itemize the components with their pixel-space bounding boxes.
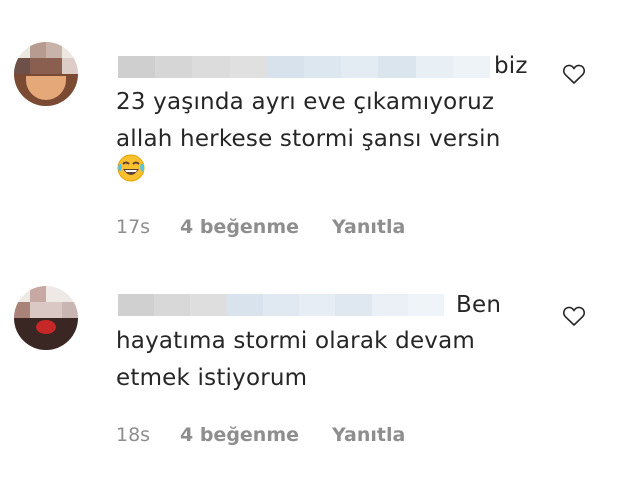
- comment-line: hayatıma stormi olarak devam: [116, 328, 476, 354]
- comment-text: hayatıma stormi olarak devam etmek istiy…: [116, 323, 475, 397]
- laughing-tears-emoji-icon: [117, 154, 145, 182]
- reply-button[interactable]: Yanıtla: [332, 424, 405, 446]
- avatar[interactable]: [14, 286, 78, 350]
- username-blurred[interactable]: [118, 294, 444, 316]
- likes-count-button[interactable]: 4 beğenme: [180, 424, 332, 446]
- likes-count-button[interactable]: 4 beğenme: [180, 216, 332, 238]
- comment-text: 23 yaşında ayrı eve çıkamıyoruz allah he…: [116, 84, 500, 158]
- comment-item: biz 23 yaşında ayrı eve çıkamıyoruz alla…: [0, 0, 640, 270]
- avatar[interactable]: [14, 42, 78, 106]
- comment-line: 23 yaşında ayrı eve çıkamıyoruz: [116, 89, 495, 115]
- comment-meta: 17s 4 beğenme Yanıtla: [116, 216, 405, 238]
- heart-icon[interactable]: [562, 305, 586, 327]
- reply-button[interactable]: Yanıtla: [332, 216, 405, 238]
- comment-text-first-word: Ben: [456, 292, 502, 318]
- comment-line: etmek istiyorum: [116, 365, 308, 391]
- comment-time[interactable]: 18s: [116, 424, 180, 446]
- username-blurred[interactable]: [118, 56, 491, 78]
- heart-icon[interactable]: [562, 63, 586, 85]
- comment-line: allah herkese stormi şansı versin: [116, 126, 501, 152]
- comment-meta: 18s 4 beğenme Yanıtla: [116, 424, 405, 446]
- comment-time[interactable]: 17s: [116, 216, 180, 238]
- comment-text-first-word: biz: [494, 53, 528, 79]
- comment-item: Ben hayatıma stormi olarak devam etmek i…: [0, 270, 640, 480]
